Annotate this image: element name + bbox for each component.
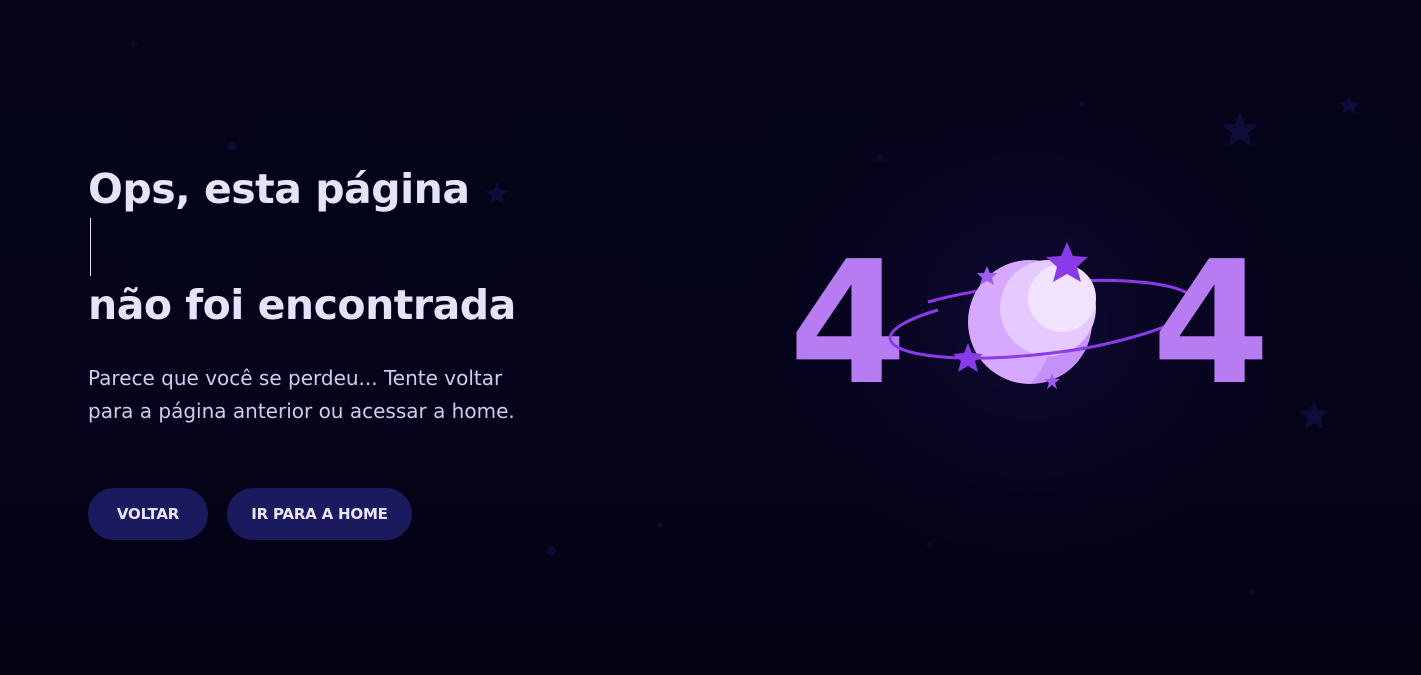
text-caret [90,218,91,276]
digit-four-left: 4 [790,230,907,400]
error-404-illustration: 4 4 [790,230,1270,400]
page-title-line-2: não foi encontrada [88,281,516,329]
page-description-line-2: para a página anterior ou acessar a home… [88,399,515,423]
star-icon [1299,400,1329,429]
page-title-line-1: Ops, esta página [88,160,648,276]
back-button[interactable]: VOLTAR [88,488,208,540]
page-title: Ops, esta página não foi encontrada [88,160,648,334]
star-icon [1222,112,1258,146]
star-icon [1339,95,1359,114]
digit-four-right: 4 [1152,230,1270,400]
planet-icon [888,242,1197,389]
page-description: Parece que você se perdeu... Tente volta… [88,362,648,428]
action-buttons: VOLTAR IR PARA A HOME [88,488,648,540]
page-description-line-1: Parece que você se perdeu... Tente volta… [88,366,503,390]
go-home-button[interactable]: IR PARA A HOME [227,488,412,540]
error-content: Ops, esta página não foi encontrada Pare… [88,160,648,540]
